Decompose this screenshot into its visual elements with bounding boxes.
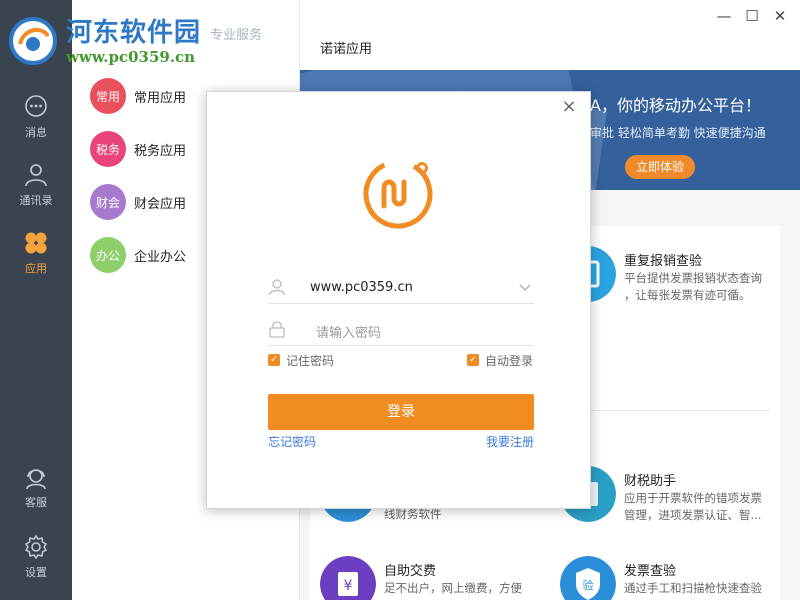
remember-password-checkbox[interactable]: ✓ 记住密码 bbox=[268, 352, 334, 368]
forgot-password-link[interactable]: 忘记密码 bbox=[268, 433, 316, 450]
svg-text:¥: ¥ bbox=[344, 578, 353, 594]
app-name: 发票查验 bbox=[624, 564, 677, 579]
left-sidebar: 登录 消息 通讯录 应用 客服 设置 bbox=[0, 0, 72, 600]
try-now-button[interactable]: 立即体验 bbox=[625, 155, 695, 179]
app-desc-line: ，让每张发票有迹可循。 bbox=[624, 288, 751, 302]
auto-login-checkbox[interactable]: ✓ 自动登录 bbox=[467, 352, 533, 368]
username-field[interactable]: www.pc0359.cn bbox=[268, 272, 534, 304]
app-name: 自助交费 bbox=[384, 564, 437, 579]
sidebar-item-label: 通讯录 bbox=[19, 194, 53, 207]
category-badge: 财会 bbox=[90, 184, 126, 220]
dialog-close-button[interactable]: × bbox=[560, 98, 578, 116]
sidebar-item-apps[interactable]: 应用 bbox=[0, 230, 72, 276]
user-icon bbox=[268, 279, 286, 296]
checkbox-checked-icon: ✓ bbox=[268, 354, 280, 366]
watermark-logo bbox=[9, 17, 57, 65]
sidebar-item-label: 消息 bbox=[25, 126, 47, 139]
checkbox-label: 自动登录 bbox=[485, 353, 534, 368]
customer-service-icon bbox=[26, 469, 46, 490]
page-title: 诺诺应用 bbox=[320, 42, 373, 57]
category-label: 税务应用 bbox=[134, 143, 187, 159]
app-name: 财税助手 bbox=[624, 474, 677, 489]
app-desc: 平台提供发票报销状态查询 ，让每张发票有迹可循。 bbox=[624, 270, 774, 304]
category-label: 企业办公 bbox=[134, 249, 187, 265]
shield-verify-icon: 验 bbox=[560, 556, 616, 600]
app-desc: 通过手工和扫描枪快速查验 bbox=[624, 581, 762, 595]
maximize-button[interactable]: ☐ bbox=[742, 6, 762, 26]
lock-icon bbox=[269, 321, 285, 338]
yen-icon: ¥ bbox=[320, 556, 376, 600]
window-close-button[interactable]: ✕ bbox=[770, 6, 790, 26]
app-desc-line: 平台提供发票报销状态查询 bbox=[624, 271, 762, 285]
category-badge: 常用 bbox=[90, 78, 126, 114]
minimize-button[interactable]: — bbox=[714, 6, 734, 26]
banner-headline: A，你的移动办公平台！ bbox=[590, 96, 761, 115]
category-badge: 办公 bbox=[90, 237, 126, 273]
category-item-common[interactable]: 常用 常用应用 bbox=[90, 76, 186, 116]
category-label: 财会应用 bbox=[134, 196, 187, 212]
login-button[interactable]: 登录 bbox=[268, 394, 534, 430]
sidebar-item-settings[interactable]: 设置 bbox=[0, 534, 72, 580]
app-card-invoice-verify[interactable]: 验 发票查验 通过手工和扫描枪快速查验 bbox=[560, 556, 790, 600]
app-card-tax-assistant[interactable]: 财税助手 应用于开票软件的错项发票 管理，进项发票认证、智... bbox=[560, 466, 790, 536]
category-item-tax[interactable]: 税务 税务应用 bbox=[90, 129, 186, 169]
username-value: www.pc0359.cn bbox=[310, 280, 413, 295]
sidebar-item-label: 应用 bbox=[25, 262, 47, 275]
app-name: 重复报销查验 bbox=[624, 254, 703, 269]
nuonuo-logo-icon bbox=[363, 159, 433, 229]
checkbox-checked-icon: ✓ bbox=[467, 354, 479, 366]
watermark-url: www.pc0359.cn bbox=[66, 48, 196, 66]
sidebar-item-label: 客服 bbox=[25, 496, 47, 509]
apps-icon bbox=[25, 232, 47, 254]
main-header: 诺诺应用 — ☐ ✕ bbox=[300, 0, 800, 70]
sidebar-item-label: 设置 bbox=[25, 566, 47, 579]
app-desc: 足不出户，网上缴费，方便 bbox=[384, 581, 522, 595]
gear-icon bbox=[24, 534, 48, 560]
watermark-title: 河东软件园 bbox=[66, 18, 202, 48]
watermark-subtitle: 专业服务 bbox=[210, 28, 263, 43]
password-placeholder: 请输入密码 bbox=[316, 326, 382, 341]
svg-text:验: 验 bbox=[583, 578, 594, 592]
password-field[interactable]: 请输入密码 bbox=[268, 314, 534, 346]
checkbox-label: 记住密码 bbox=[286, 353, 335, 368]
chevron-down-icon[interactable] bbox=[518, 280, 532, 294]
category-badge: 税务 bbox=[90, 131, 126, 167]
category-item-office[interactable]: 办公 企业办公 bbox=[90, 235, 186, 275]
chat-icon bbox=[25, 95, 47, 117]
contacts-icon bbox=[25, 164, 47, 187]
category-item-accounting[interactable]: 财会 财会应用 bbox=[90, 182, 186, 222]
sidebar-item-customer-service[interactable]: 客服 bbox=[0, 464, 72, 510]
app-desc: 应用于开票软件的错项发票 管理，进项发票认证、智... bbox=[624, 490, 774, 524]
app-card-duplicate-reimbursement[interactable]: 重复报销查验 平台提供发票报销状态查询 ，让每张发票有迹可循。 bbox=[560, 246, 790, 316]
banner-subline: 审批 轻松简单考勤 快速便捷沟通 bbox=[590, 126, 766, 140]
app-card-self-payment[interactable]: ¥ 自助交费 足不出户，网上缴费，方便 bbox=[320, 556, 550, 600]
category-label: 常用应用 bbox=[134, 90, 187, 106]
register-link[interactable]: 我要注册 bbox=[486, 433, 534, 450]
login-dialog: × www.pc0359.cn 请输入密码 ✓ 记住密码 ✓ 自动登录 登录 忘… bbox=[206, 91, 591, 509]
app-desc-line: 应用于开票软件的错项发票 bbox=[624, 491, 762, 505]
sidebar-item-contacts[interactable]: 通讯录 bbox=[0, 162, 72, 208]
app-desc-line: 管理，进项发票认证、智... bbox=[624, 508, 762, 522]
sidebar-item-messages[interactable]: 消息 bbox=[0, 94, 72, 140]
